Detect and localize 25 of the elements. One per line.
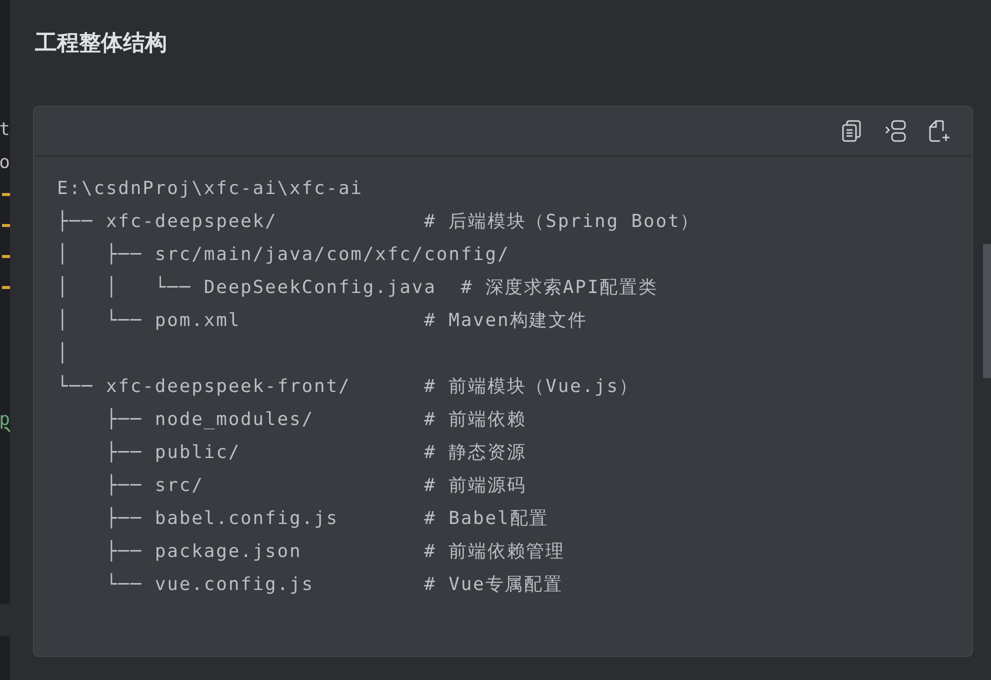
wrap-icon[interactable] bbox=[884, 119, 908, 143]
code-line: ├── xfc-deepspeek/ # 后端模块（Spring Boot） bbox=[57, 209, 700, 234]
change-marker bbox=[2, 224, 10, 227]
code-line: ├── package.json # 前端依赖管理 bbox=[104, 539, 565, 564]
code-line: ├── src/ # 前端源码 bbox=[104, 473, 526, 498]
scrollbar-thumb[interactable] bbox=[983, 244, 991, 378]
code-line: └── vue.config.js # Vue专属配置 bbox=[104, 572, 563, 597]
code-line: │ bbox=[57, 341, 70, 366]
copy-icon[interactable] bbox=[840, 119, 864, 143]
section-heading: 工程整体结构 bbox=[35, 30, 167, 58]
code-char: p bbox=[0, 408, 10, 432]
code-char: t bbox=[0, 118, 10, 142]
code-line: │ ├── src/main/java/com/xfc/config/ bbox=[57, 242, 510, 267]
code-line: E:\csdnProj\xfc-ai\xfc-ai bbox=[57, 177, 363, 201]
code-char: o bbox=[0, 151, 10, 175]
code-line: ├── babel.config.js # Babel配置 bbox=[104, 506, 549, 531]
change-marker bbox=[2, 286, 10, 289]
code-line: │ └── pom.xml # Maven构建文件 bbox=[57, 308, 588, 333]
code-line: │ │ └── DeepSeekConfig.java # 深度求索API配置类 bbox=[57, 275, 658, 300]
change-marker bbox=[2, 193, 10, 196]
code-line: └── xfc-deepspeek-front/ # 前端模块（Vue.js） bbox=[57, 374, 638, 399]
code-line: ├── node_modules/ # 前端依赖 bbox=[104, 407, 526, 432]
code-line: ├── public/ # 静态资源 bbox=[104, 440, 526, 465]
change-marker bbox=[2, 255, 10, 258]
new-file-icon[interactable] bbox=[928, 119, 952, 143]
